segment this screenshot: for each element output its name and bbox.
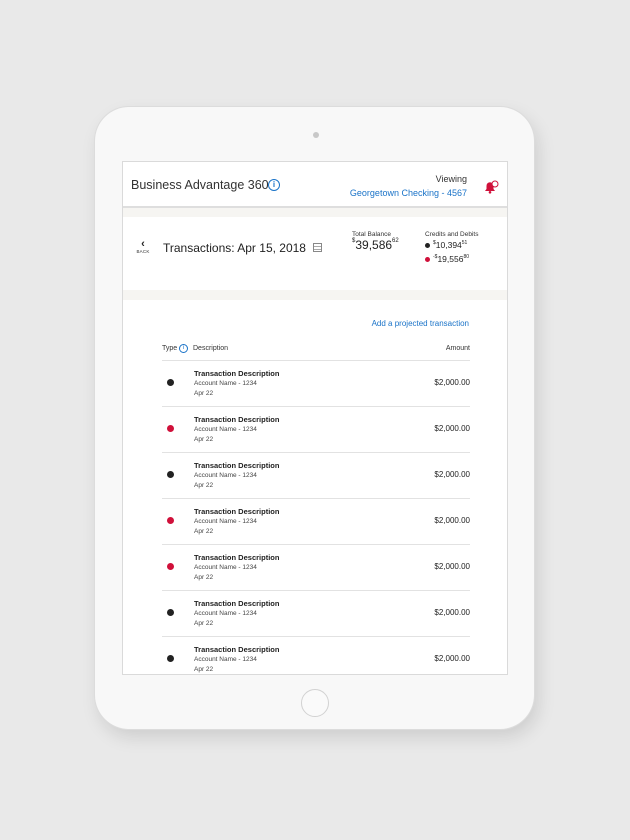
transaction-date: Apr 22: [194, 390, 214, 397]
transaction-amount: $2,000.00: [434, 562, 470, 571]
debit-dot-icon: [425, 257, 430, 263]
transaction-description: Transaction Description: [194, 645, 280, 654]
credits-total: $10,39451: [425, 240, 467, 250]
app-header: Business Advantage 360 i Viewing Georget…: [123, 162, 507, 208]
transaction-amount: $2,000.00: [434, 470, 470, 479]
debit-dot-icon: [167, 517, 174, 524]
chevron-left-icon: ‹: [141, 238, 145, 250]
transaction-account: Account Name - 1234: [194, 564, 257, 571]
credit-dot-icon: [167, 655, 174, 662]
credits-debits-label: Credits and Debits: [425, 231, 479, 238]
back-button[interactable]: ‹ BACK: [135, 238, 151, 255]
notification-bell-icon[interactable]: [483, 180, 499, 194]
transaction-description: Transaction Description: [194, 415, 280, 424]
transaction-description: Transaction Description: [194, 553, 280, 562]
transaction-amount: $2,000.00: [434, 608, 470, 617]
table-row[interactable]: Transaction Description Account Name - 12…: [162, 406, 470, 452]
table-row[interactable]: Transaction Description Account Name - 12…: [162, 590, 470, 636]
transaction-account: Account Name - 1234: [194, 472, 257, 479]
column-type: Type: [162, 345, 178, 352]
back-label: BACK: [136, 249, 150, 254]
transaction-description: Transaction Description: [194, 461, 280, 470]
account-selector-link[interactable]: Georgetown Checking - 4567: [350, 188, 467, 198]
column-description: Description: [193, 345, 229, 352]
transaction-amount: $2,000.00: [434, 424, 470, 433]
column-amount: Amount: [445, 345, 470, 352]
spacer-band: [123, 290, 507, 300]
transactions-summary: ‹ BACK Transactions: Apr 15, 2018 Total …: [123, 217, 507, 290]
app-title: Business Advantage 360: [131, 178, 269, 192]
table-row[interactable]: Transaction Description Account Name - 12…: [162, 544, 470, 590]
transactions-content: Add a projected transaction Type i Descr…: [123, 300, 507, 674]
credit-dot-icon: [167, 379, 174, 386]
info-icon[interactable]: i: [268, 179, 280, 191]
page-title: Transactions: Apr 15, 2018: [163, 241, 306, 255]
table-row[interactable]: Transaction Description Account Name - 12…: [162, 452, 470, 498]
type-info-icon[interactable]: i: [179, 344, 188, 353]
viewing-label: Viewing: [435, 174, 467, 184]
tablet-frame: Business Advantage 360 i Viewing Georget…: [95, 107, 534, 729]
home-button[interactable]: [301, 689, 329, 717]
transaction-date: Apr 22: [194, 620, 214, 627]
transaction-date: Apr 22: [194, 528, 214, 535]
credit-dot-icon: [167, 471, 174, 478]
transaction-description: Transaction Description: [194, 507, 280, 516]
spacer-band: [123, 208, 507, 217]
table-header: Type i Description Amount: [162, 344, 470, 355]
transaction-account: Account Name - 1234: [194, 380, 257, 387]
transaction-amount: $2,000.00: [434, 516, 470, 525]
table-row[interactable]: Transaction Description Account Name - 12…: [162, 360, 470, 406]
credit-dot-icon: [167, 609, 174, 616]
table-row[interactable]: Transaction Description Account Name - 12…: [162, 498, 470, 544]
transaction-date: Apr 22: [194, 574, 214, 581]
transactions-list: Transaction Description Account Name - 12…: [162, 360, 470, 674]
total-balance-label: Total Balance: [352, 231, 392, 238]
add-projected-transaction-link[interactable]: Add a projected transaction: [372, 319, 469, 328]
total-balance-value: $39,58662: [352, 238, 399, 252]
debit-dot-icon: [167, 563, 174, 570]
transaction-account: Account Name - 1234: [194, 610, 257, 617]
transaction-account: Account Name - 1234: [194, 426, 257, 433]
transaction-description: Transaction Description: [194, 599, 280, 608]
app-screen: Business Advantage 360 i Viewing Georget…: [122, 161, 508, 675]
transaction-account: Account Name - 1234: [194, 656, 257, 663]
table-row[interactable]: Transaction Description Account Name - 12…: [162, 636, 470, 674]
transaction-date: Apr 22: [194, 482, 214, 489]
transaction-amount: $2,000.00: [434, 378, 470, 387]
camera-dot: [313, 132, 319, 138]
transaction-date: Apr 22: [194, 436, 214, 443]
debits-total: -$19,55680: [425, 254, 469, 264]
transaction-account: Account Name - 1234: [194, 518, 257, 525]
transaction-amount: $2,000.00: [434, 654, 470, 663]
debit-dot-icon: [167, 425, 174, 432]
credit-dot-icon: [425, 243, 430, 249]
calendar-icon[interactable]: [313, 243, 322, 252]
transaction-description: Transaction Description: [194, 369, 280, 378]
transaction-date: Apr 22: [194, 666, 214, 673]
